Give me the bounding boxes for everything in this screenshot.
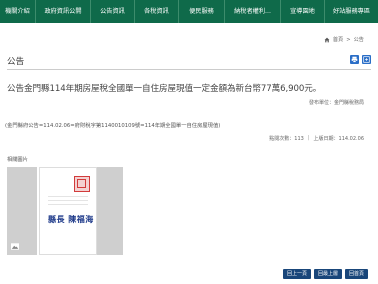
date-label: 上版日期： bbox=[313, 136, 339, 142]
picture-icon bbox=[11, 243, 19, 250]
top-button[interactable]: 回最上層 bbox=[313, 269, 342, 279]
breadcrumb-home[interactable]: 首頁 bbox=[333, 36, 343, 43]
home-button[interactable]: 回首頁 bbox=[344, 269, 368, 279]
nav-item-about[interactable]: 機關介紹 bbox=[0, 0, 36, 23]
image-thumbnail-right[interactable] bbox=[97, 167, 123, 255]
official-seal bbox=[74, 176, 90, 192]
title-row: 公告 bbox=[7, 52, 371, 70]
back-button[interactable]: 回上一頁 bbox=[282, 269, 311, 279]
publisher: 發布單位：金門縣稅務局 bbox=[309, 99, 364, 106]
views-label: 點閱次數： bbox=[269, 136, 295, 142]
meta-separator: | bbox=[307, 135, 310, 141]
nav-item-tax-info[interactable]: 各稅資訊 bbox=[135, 0, 179, 23]
related-images-label: 相關圖片 bbox=[7, 157, 28, 163]
image-thumbnail-left[interactable] bbox=[7, 167, 37, 255]
home-icon bbox=[324, 37, 330, 42]
publisher-label: 發布單位： bbox=[308, 100, 334, 106]
post-date: 114.02.06 bbox=[338, 136, 364, 142]
page-title: 公告 bbox=[7, 57, 25, 67]
share-icon bbox=[363, 56, 370, 63]
bottom-buttons: 回上一頁 回最上層 回首頁 bbox=[282, 269, 368, 279]
meta-info: 點閱次數：113 | 上版日期：114.02.06 bbox=[269, 135, 364, 142]
breadcrumb: 首頁 > 公告 bbox=[324, 36, 364, 43]
publisher-value: 金門縣稅務局 bbox=[333, 100, 364, 106]
breadcrumb-separator: > bbox=[346, 36, 351, 43]
image-document-preview[interactable]: 縣長 陳福海 bbox=[39, 167, 97, 255]
print-button[interactable] bbox=[350, 55, 359, 64]
nav-item-links[interactable]: 好站服務專區 bbox=[325, 0, 378, 23]
announcement-reference: (金門縣府公告=114.02.06=府財稅字第1140010109號=114年期… bbox=[5, 123, 221, 129]
share-button[interactable] bbox=[362, 55, 371, 64]
tool-buttons bbox=[350, 55, 371, 64]
nav-item-services[interactable]: 便民服務 bbox=[179, 0, 225, 23]
views-count: 113 bbox=[294, 136, 304, 142]
nav-item-promotion[interactable]: 宣導園地 bbox=[281, 0, 325, 23]
nav-item-announcements[interactable]: 公告資訊 bbox=[91, 0, 135, 23]
announcement-headline: 公告金門縣114年期房屋稅全國單一自住房屋現值一定金額為新台幣77萬6,900元… bbox=[7, 84, 322, 94]
print-icon bbox=[351, 56, 358, 63]
document-text-lines bbox=[48, 196, 88, 208]
breadcrumb-current: 公告 bbox=[353, 37, 364, 43]
document-signature: 縣長 陳福海 bbox=[48, 215, 94, 224]
nav-item-rights[interactable]: 納稅者權利... bbox=[225, 0, 281, 23]
top-nav: 機關介紹 政府資訊公開 公告資訊 各稅資訊 便民服務 納稅者權利... 宣導園地… bbox=[0, 0, 378, 23]
nav-item-open-gov[interactable]: 政府資訊公開 bbox=[36, 0, 91, 23]
